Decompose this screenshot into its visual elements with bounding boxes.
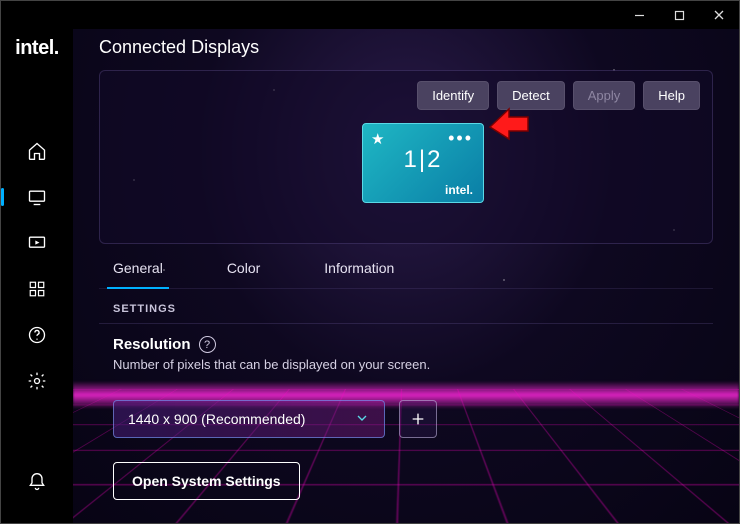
sidebar-item-help[interactable] [17,315,57,355]
sidebar-item-grid[interactable] [17,269,57,309]
identify-button[interactable]: Identify [417,81,489,110]
tab-information[interactable]: Information [324,260,394,288]
sidebar-item-video[interactable] [17,223,57,263]
minimize-button[interactable] [619,1,659,29]
resolution-help-icon[interactable]: ? [199,336,216,353]
annotation-arrow [486,103,532,143]
display-arranger: Identify Detect Apply Help ★ ••• 1|2 int… [99,70,713,244]
plus-icon [410,411,426,427]
maximize-button[interactable] [659,1,699,29]
open-system-settings-button[interactable]: Open System Settings [113,462,300,500]
grid-icon [28,280,46,298]
help-button[interactable]: Help [643,81,700,110]
home-icon [27,141,47,161]
add-resolution-button[interactable] [399,400,437,438]
video-icon [27,233,47,253]
resolution-setting: Resolution ? Number of pixels that can b… [99,336,713,372]
resolution-description: Number of pixels that can be displayed o… [113,357,699,372]
sidebar: intel. [1,29,73,523]
sidebar-item-notifications[interactable] [17,462,57,502]
monitor-tile[interactable]: ★ ••• 1|2 intel. [362,123,484,203]
sidebar-item-settings[interactable] [17,361,57,401]
main-area: Connected Displays Identify Detect Apply… [73,29,739,523]
section-label-settings: SETTINGS [99,289,713,324]
close-button[interactable] [699,1,739,29]
tab-general[interactable]: General [113,260,163,288]
bell-icon [27,472,47,492]
resolution-select[interactable]: 1440 x 900 (Recommended) [113,400,385,438]
resolution-selected-value: 1440 x 900 (Recommended) [128,411,305,427]
help-icon [27,325,47,345]
page-title: Connected Displays [99,29,713,70]
sidebar-item-display[interactable] [17,177,57,217]
gear-icon [27,371,47,391]
resolution-title: Resolution [113,336,191,353]
tab-color[interactable]: Color [227,260,260,288]
intel-logo: intel. [15,33,59,64]
apply-button: Apply [573,81,636,110]
display-icon [27,187,47,207]
chevron-down-icon [354,410,370,429]
monitor-brand: intel. [445,183,473,197]
sidebar-item-home[interactable] [17,131,57,171]
window-titlebar [1,1,739,29]
tabs: General Color Information [99,244,713,289]
